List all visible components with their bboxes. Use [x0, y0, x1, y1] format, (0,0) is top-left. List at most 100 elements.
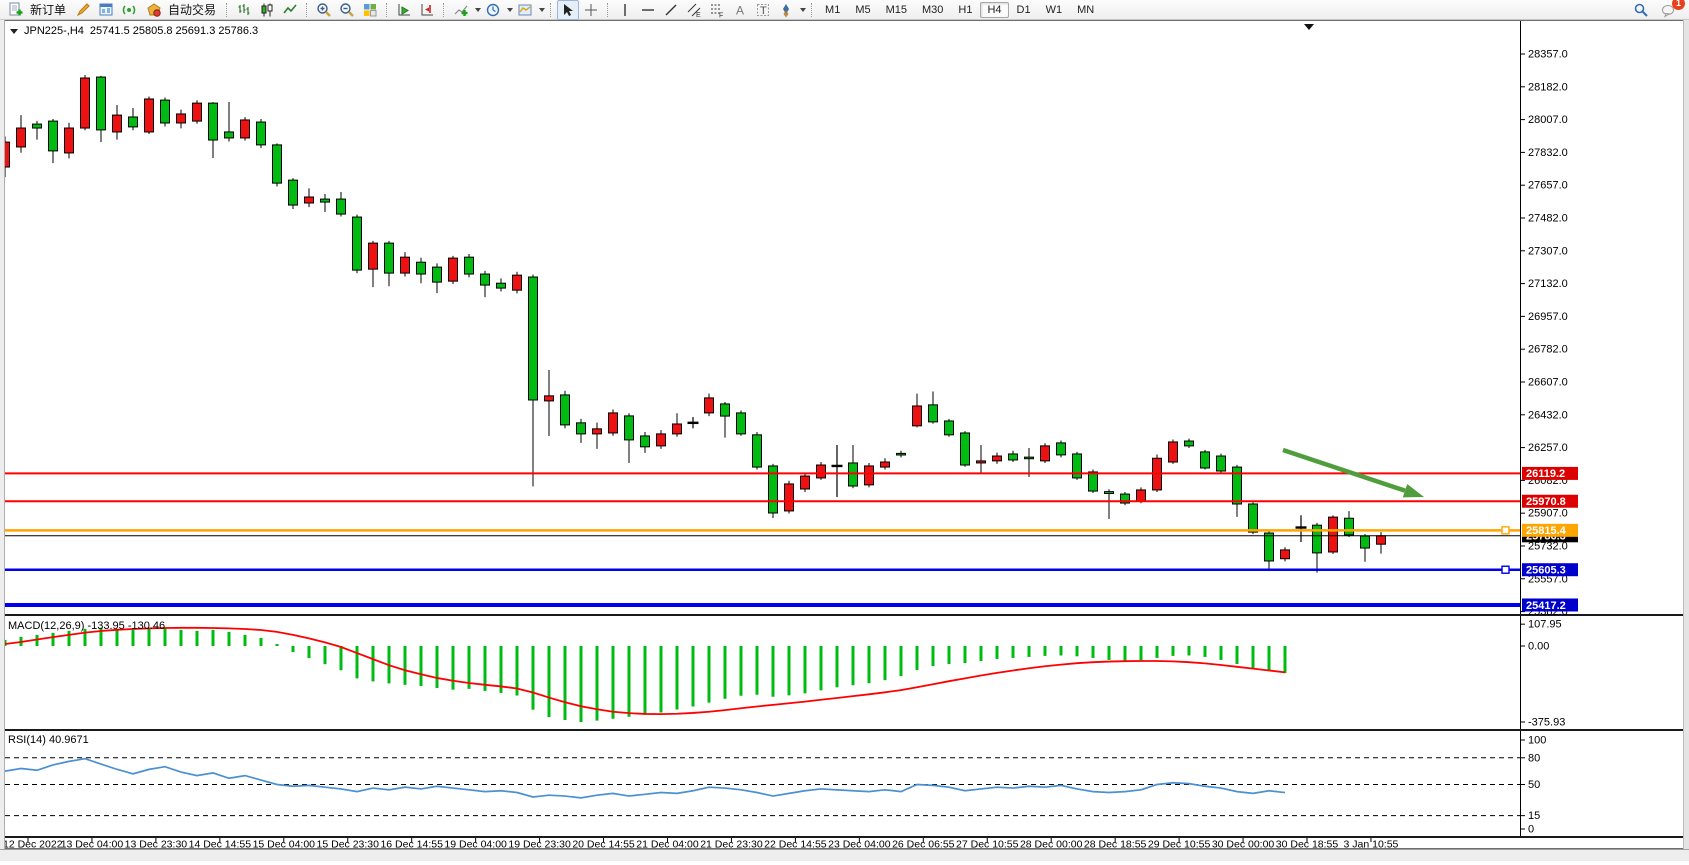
- svg-text:26782.0: 26782.0: [1528, 344, 1568, 356]
- autotrade-label: 自动交易: [168, 1, 216, 18]
- toolbar-separator: [607, 3, 609, 17]
- new-order-icon: [5, 0, 27, 20]
- timeframe-m1[interactable]: M1: [818, 2, 847, 18]
- equidistant-channel-icon[interactable]: E: [683, 0, 705, 20]
- svg-text:100: 100: [1528, 735, 1546, 747]
- timeframe-mn[interactable]: MN: [1070, 2, 1101, 18]
- timeframe-w1[interactable]: W1: [1039, 2, 1070, 18]
- svg-text:50: 50: [1528, 779, 1540, 791]
- periods-dropdown-caret[interactable]: [507, 8, 513, 12]
- ohlc-values: 25741.5 25805.8 25691.3 25786.3: [90, 25, 258, 37]
- indicators-dropdown-caret[interactable]: [475, 8, 481, 12]
- toolbar-separator: [443, 3, 445, 17]
- text-label-icon[interactable]: T: [752, 0, 774, 20]
- svg-text:-375.93: -375.93: [1528, 717, 1565, 729]
- toolbar-separator: [386, 3, 388, 17]
- rsi-indicator-label: RSI(14) 40.9671: [8, 734, 89, 746]
- svg-text:26957.0: 26957.0: [1528, 311, 1568, 323]
- trendline-icon[interactable]: [660, 0, 682, 20]
- crayon-icon[interactable]: [72, 0, 94, 20]
- horizontal-line-icon[interactable]: [637, 0, 659, 20]
- svg-text:15: 15: [1528, 810, 1540, 822]
- toolbar-separator: [226, 3, 228, 17]
- svg-text:27307.0: 27307.0: [1528, 245, 1568, 257]
- autotrade-button[interactable]: 自动交易: [141, 1, 221, 19]
- new-order-button[interactable]: 新订单: [3, 1, 71, 19]
- bar-chart-icon[interactable]: [233, 0, 255, 20]
- timeframe-h1[interactable]: H1: [951, 2, 979, 18]
- timeframe-d1[interactable]: D1: [1010, 2, 1038, 18]
- svg-text:107.95: 107.95: [1528, 619, 1562, 631]
- text-icon[interactable]: A: [729, 0, 751, 20]
- svg-text:25970.8: 25970.8: [1526, 496, 1566, 508]
- window-bottom-edge: [0, 849, 1689, 861]
- main-toolbar: 新订单 自动交易: [0, 0, 1689, 20]
- svg-text:26119.2: 26119.2: [1526, 468, 1565, 480]
- line-chart-icon[interactable]: [279, 0, 301, 20]
- timeframe-m5[interactable]: M5: [848, 2, 877, 18]
- svg-text:A: A: [736, 3, 744, 17]
- fibonacci-icon[interactable]: F: [706, 0, 728, 20]
- svg-text:27832.0: 27832.0: [1528, 147, 1568, 159]
- svg-text:80: 80: [1528, 752, 1540, 764]
- crosshair-icon[interactable]: [580, 0, 602, 20]
- svg-text:T: T: [760, 5, 767, 17]
- chart-end-marker-icon[interactable]: [1304, 24, 1314, 30]
- symbol-ohlc-line: JPN225-,H4 25741.5 25805.8 25691.3 25786…: [10, 25, 258, 37]
- svg-text:27657.0: 27657.0: [1528, 180, 1568, 192]
- svg-text:25417.2: 25417.2: [1526, 600, 1566, 612]
- svg-text:25605.3: 25605.3: [1526, 565, 1566, 577]
- chart-window[interactable]: 28357.0 28182.0 28007.0 27832.0 27657.0 27482…: [0, 20, 1689, 860]
- search-icon[interactable]: [1630, 0, 1652, 20]
- svg-text:27132.0: 27132.0: [1528, 278, 1568, 290]
- svg-text:28007.0: 28007.0: [1528, 114, 1568, 126]
- auto-scroll-icon[interactable]: [393, 0, 415, 20]
- templates-icon[interactable]: [514, 0, 536, 20]
- macd-indicator-label: MACD(12,26,9) -133.95 -130.46: [8, 620, 165, 632]
- vertical-line-icon[interactable]: [614, 0, 636, 20]
- timeframe-h4[interactable]: H4: [980, 2, 1008, 18]
- indicators-icon[interactable]: [450, 0, 472, 20]
- timeframe-m15[interactable]: M15: [879, 2, 914, 18]
- svg-text:26432.0: 26432.0: [1528, 409, 1568, 421]
- charts-window-icon[interactable]: [95, 0, 117, 20]
- symbol-name: JPN225-,H4: [24, 25, 84, 37]
- window-left-edge: [0, 20, 5, 860]
- signals-icon[interactable]: [118, 0, 140, 20]
- zoom-out-icon[interactable]: [336, 0, 358, 20]
- window-right-edge: [1683, 20, 1689, 860]
- candlestick-chart-icon[interactable]: [256, 0, 278, 20]
- svg-text:25815.4: 25815.4: [1526, 525, 1567, 537]
- toolbar-separator: [811, 3, 813, 17]
- toolbar-separator: [550, 3, 552, 17]
- new-order-label: 新订单: [30, 1, 66, 18]
- svg-text:26257.0: 26257.0: [1528, 442, 1568, 454]
- symbol-dropdown-icon[interactable]: [10, 29, 18, 34]
- zoom-in-icon[interactable]: [313, 0, 335, 20]
- templates-dropdown-caret[interactable]: [539, 8, 545, 12]
- chart-canvas[interactable]: 28357.0 28182.0 28007.0 27832.0 27657.0 27482…: [0, 20, 1689, 860]
- svg-text:26607.0: 26607.0: [1528, 376, 1568, 388]
- arrows-dropdown-caret[interactable]: [800, 8, 806, 12]
- notifications-icon[interactable]: 1: [1658, 0, 1680, 20]
- svg-text:25907.0: 25907.0: [1528, 508, 1568, 520]
- svg-text:E: E: [696, 12, 701, 18]
- notification-count-badge: 1: [1672, 0, 1685, 10]
- toolbar-separator: [306, 3, 308, 17]
- svg-text:27482.0: 27482.0: [1528, 212, 1568, 224]
- cursor-icon[interactable]: [557, 0, 579, 20]
- arrows-objects-icon[interactable]: [775, 0, 797, 20]
- timeframe-group: M1M5M15M30H1H4D1W1MN: [818, 2, 1101, 18]
- autotrade-icon: [143, 0, 165, 20]
- svg-text:28357.0: 28357.0: [1528, 49, 1568, 61]
- chart-shift-icon[interactable]: [416, 0, 438, 20]
- svg-text:F: F: [719, 12, 723, 18]
- toolbar-right-tools: 1: [1630, 0, 1686, 20]
- svg-text:0.00: 0.00: [1528, 641, 1549, 653]
- timeframe-m30[interactable]: M30: [915, 2, 950, 18]
- periods-clock-icon[interactable]: [482, 0, 504, 20]
- mt4-trading-app: { "toolbar": { "new_order_label": "新订单",…: [0, 0, 1689, 860]
- svg-text:28182.0: 28182.0: [1528, 81, 1568, 93]
- tile-windows-icon[interactable]: [359, 0, 381, 20]
- svg-text:0: 0: [1528, 824, 1534, 836]
